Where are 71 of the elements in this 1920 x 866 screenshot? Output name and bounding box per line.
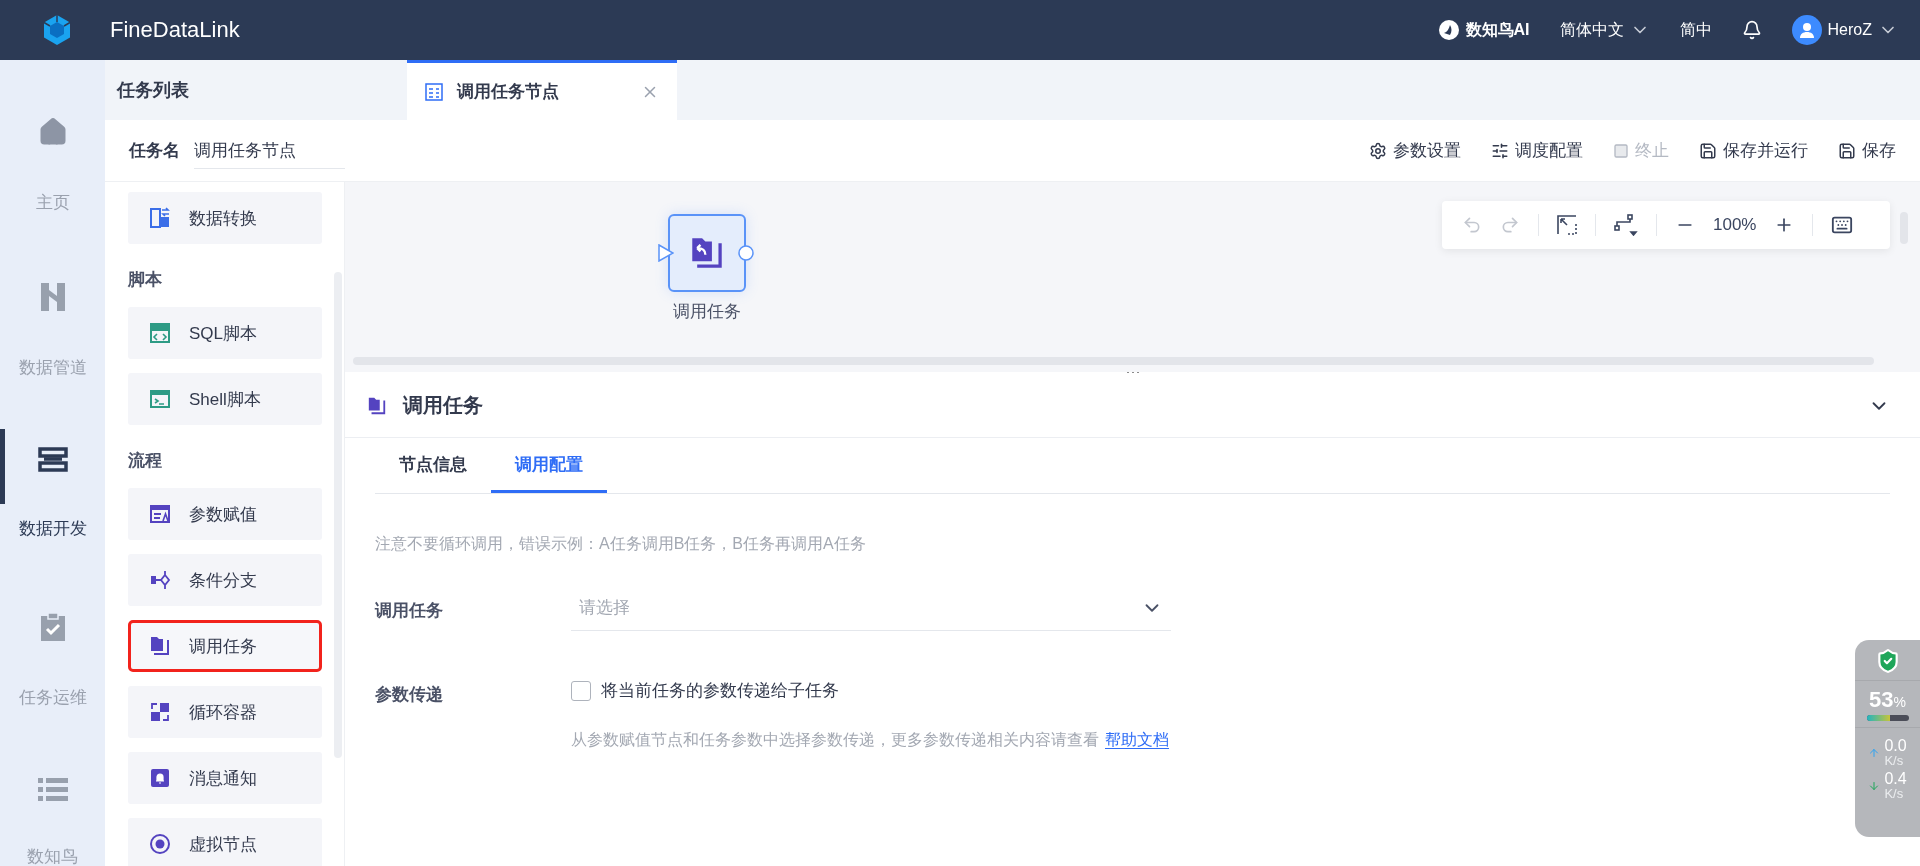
output-port-icon xyxy=(738,245,754,261)
brand-name: FineDataLink xyxy=(110,17,240,43)
detail-tab[interactable]: 调用配置 xyxy=(491,438,607,493)
language-toggle[interactable]: 简中 xyxy=(1679,19,1712,41)
task-name-field[interactable]: 调用任务节点 xyxy=(194,132,345,169)
branch-icon xyxy=(149,569,171,591)
zoom-level: 100% xyxy=(1713,215,1757,235)
sliders-icon xyxy=(1491,141,1509,160)
download-icon xyxy=(1868,779,1881,792)
terminal-icon xyxy=(149,388,171,410)
stop-icon xyxy=(1613,142,1629,159)
call-task-icon xyxy=(149,635,171,657)
connector-icon[interactable] xyxy=(1614,214,1638,236)
cpu-percent: 53 xyxy=(1869,687,1894,712)
help-text: 从参数赋值节点和任务参数中选择参数传递，更多参数传递相关内容请查看 帮助文档 xyxy=(571,730,1169,751)
node-label: 调用任务 xyxy=(672,301,742,323)
palette-item[interactable]: 消息通知 xyxy=(128,752,322,804)
pipeline-icon xyxy=(39,282,66,312)
sql-icon xyxy=(149,322,171,344)
flow-icon xyxy=(425,82,443,101)
palette-item[interactable]: 参数赋值 xyxy=(128,488,322,540)
palette-item[interactable]: 条件分支 xyxy=(128,554,322,606)
transform-icon xyxy=(149,207,171,229)
keyboard-icon[interactable] xyxy=(1831,214,1854,236)
warning-note: 注意不要循环调用，错误示例：A任务调用B任务，B任务再调用A任务 xyxy=(375,534,867,554)
palette-item[interactable]: 循环容器 xyxy=(128,686,322,738)
toolbar-button[interactable]: 调度配置 xyxy=(1491,139,1583,162)
toolbar-button[interactable]: 参数设置 xyxy=(1369,139,1461,162)
bell-icon[interactable] xyxy=(1741,20,1762,40)
ai-link[interactable]: 数知鸟AI xyxy=(1437,19,1530,41)
field-label: 调用任务 xyxy=(375,600,444,622)
parameter-checkbox[interactable]: 将当前任务的参数传递给子任务 xyxy=(571,679,1169,702)
toolbar-button[interactable]: 保存并运行 xyxy=(1699,139,1808,162)
upload-icon xyxy=(1868,746,1881,759)
save-icon xyxy=(1838,141,1856,160)
language-select[interactable]: 简体中文 xyxy=(1559,19,1650,41)
percent-unit: % xyxy=(1893,694,1906,710)
list-icon xyxy=(37,777,68,801)
clipboard-check-icon xyxy=(39,612,66,642)
field-label: 任务名 xyxy=(129,140,180,162)
palette-item[interactable]: 调用任务 xyxy=(128,620,322,672)
upload-rate: 0.0 xyxy=(1884,738,1907,754)
server-icon xyxy=(37,447,68,473)
field-label: 参数传递 xyxy=(375,684,444,706)
call-task-icon xyxy=(367,395,387,416)
loop-icon xyxy=(149,701,171,723)
help-link[interactable]: 帮助文档 xyxy=(1105,731,1169,749)
panel-title: 任务列表 xyxy=(105,60,345,120)
toolbar-button[interactable]: 保存 xyxy=(1838,139,1896,162)
palette-item[interactable]: SQL脚本 xyxy=(128,307,322,359)
notification-icon xyxy=(149,767,171,789)
section-heading: 脚本 xyxy=(128,269,163,291)
palette-item[interactable]: 虚拟节点 xyxy=(128,818,322,866)
panel-title: 调用任务 xyxy=(403,393,483,418)
input-port-icon xyxy=(658,244,674,262)
task-node[interactable] xyxy=(668,214,746,292)
assign-icon xyxy=(149,503,171,525)
palette-item[interactable]: Shell脚本 xyxy=(128,373,322,425)
download-rate: 0.4 xyxy=(1884,771,1907,787)
logo-icon xyxy=(42,14,72,46)
palette-item[interactable]: 数据转换 xyxy=(128,192,322,244)
section-heading: 流程 xyxy=(128,450,163,472)
virtual-node-icon xyxy=(149,833,171,855)
fit-view-icon[interactable] xyxy=(1557,215,1577,235)
home-icon xyxy=(37,117,68,147)
settings-icon xyxy=(1369,141,1387,160)
editor-tab[interactable]: 调用任务节点 xyxy=(407,60,677,120)
detail-tab[interactable]: 节点信息 xyxy=(375,438,491,493)
call-task-icon xyxy=(689,235,725,271)
avatar-icon xyxy=(1791,15,1822,45)
user-menu[interactable]: HeroZ xyxy=(1791,15,1898,45)
